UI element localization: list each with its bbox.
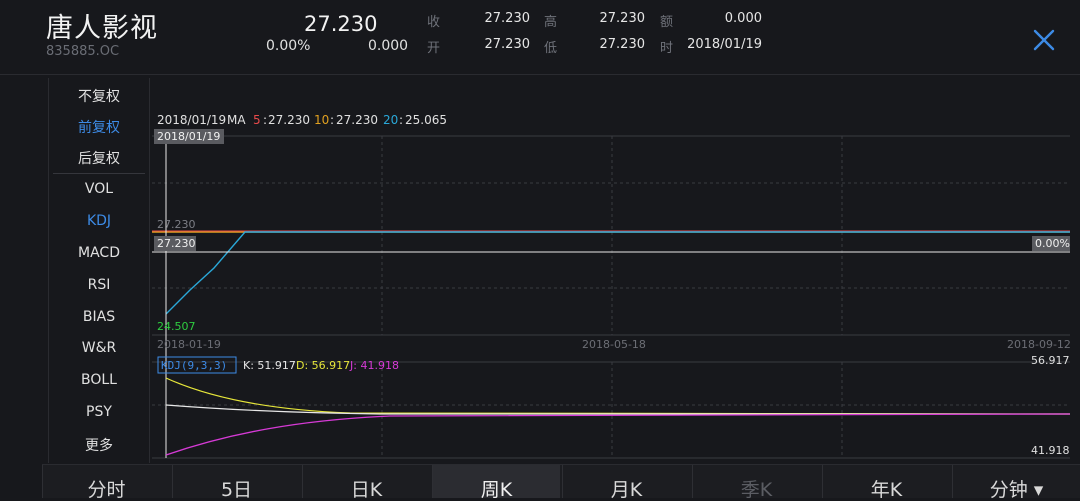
chart-canvas: 2018/01/19 MA 5 : 27.230 10 : 27.230 20 … [152, 113, 1071, 459]
tab-monthly-k[interactable]: 月K [562, 465, 690, 500]
x-tick-start: 2018-01-19 [157, 338, 221, 351]
indicator-sidebar: 不复权 前复权 后复权 VOL KDJ MACD RSI BIAS W&R BO… [48, 78, 150, 463]
ma20-key: 20 [383, 113, 398, 127]
period-tabs: 分时 5日 日K 周K 月K 季K 年K 分钟 ▾ [42, 464, 1080, 500]
sidebar-item-rsi[interactable]: RSI [49, 277, 149, 293]
current-price: 27.230 [304, 12, 378, 36]
ma10-key: 10 [314, 113, 329, 127]
tab-weekly-k[interactable]: 周K [432, 465, 560, 500]
tab-yearly-k[interactable]: 年K [822, 465, 950, 500]
price-low-label: 24.507 [157, 320, 196, 333]
close-icon[interactable] [1028, 24, 1060, 56]
ma-label: MA [227, 113, 246, 127]
close-value: 27.230 [484, 11, 531, 26]
svg-text::: : [330, 113, 334, 127]
ma5-value: 27.230 [268, 113, 310, 127]
kdj-j-line [165, 413, 1071, 456]
change-amount: 0.000 [368, 38, 409, 54]
low-value: 27.230 [599, 37, 646, 52]
sidebar-item-macd[interactable]: MACD [49, 245, 149, 261]
time-value: 2018/01/19 [687, 37, 762, 52]
quote-header: 唐人影视 835885.OC 27.230 0.00% 0.000 收 27.2… [0, 0, 1080, 75]
sidebar-item-backward-adjust[interactable]: 后复权 [49, 148, 149, 168]
high-label: 高 [544, 15, 558, 30]
ma-date: 2018/01/19 [157, 113, 226, 127]
sidebar-item-kdj[interactable]: KDJ [49, 213, 149, 229]
sidebar-item-vol[interactable]: VOL [49, 181, 149, 197]
amount-label: 额 [660, 15, 674, 30]
svg-text::: : [399, 113, 403, 127]
tab-5day[interactable]: 5日 [172, 465, 300, 500]
sidebar-item-psy[interactable]: PSY [49, 404, 149, 420]
sidebar-item-more[interactable]: 更多 [49, 435, 149, 455]
tab-quarterly-k[interactable]: 季K [692, 465, 820, 500]
tab-intraday[interactable]: 分时 [42, 465, 170, 500]
svg-text::: : [263, 113, 267, 127]
chart-grid [152, 135, 1070, 459]
x-tick-mid: 2018-05-18 [582, 338, 646, 351]
tab-daily-k[interactable]: 日K [302, 465, 430, 500]
cursor-pct: 0.00% [1035, 237, 1070, 250]
kdj-label: KDJ(9,3,3) [161, 359, 227, 372]
stock-name: 唐人影视 [46, 13, 158, 44]
kdj-d: D: 56.917 [296, 359, 350, 372]
kline-chart[interactable]: 2018/01/19 MA 5 : 27.230 10 : 27.230 20 … [150, 78, 1080, 463]
kdj-min: 41.918 [1031, 444, 1070, 457]
cursor-price: 27.230 [157, 237, 196, 250]
ma5-key: 5 [253, 113, 261, 127]
close-label: 收 [427, 15, 441, 30]
stock-code: 835885.OC [46, 44, 120, 59]
ma20-line [165, 231, 1070, 315]
tab-minute[interactable]: 分钟 ▾ [952, 465, 1080, 500]
kdj-j: J: 41.918 [349, 359, 399, 372]
price-high-label: 27.230 [157, 218, 196, 231]
change-percent: 0.00% [266, 38, 311, 54]
x-tick-end: 2018-09-12 [1007, 338, 1071, 351]
sidebar-divider [53, 173, 145, 174]
open-value: 27.230 [484, 37, 531, 52]
kdj-k: K: 51.917 [243, 359, 296, 372]
ma20-value: 25.065 [405, 113, 447, 127]
low-label: 低 [544, 41, 558, 56]
sidebar-item-bias[interactable]: BIAS [49, 309, 149, 325]
sidebar-item-no-adjust[interactable]: 不复权 [49, 86, 149, 106]
ma10-value: 27.230 [336, 113, 378, 127]
time-label: 时 [660, 41, 674, 56]
sidebar-item-boll[interactable]: BOLL [49, 372, 149, 388]
sidebar-item-forward-adjust[interactable]: 前复权 [49, 117, 149, 137]
high-value: 27.230 [599, 11, 646, 26]
cursor-date: 2018/01/19 [157, 130, 220, 143]
sidebar-item-wr[interactable]: W&R [49, 340, 149, 356]
amount-value: 0.000 [724, 11, 762, 26]
kdj-max: 56.917 [1031, 354, 1070, 367]
open-label: 开 [427, 41, 441, 56]
kdj-d-line [165, 377, 1071, 415]
